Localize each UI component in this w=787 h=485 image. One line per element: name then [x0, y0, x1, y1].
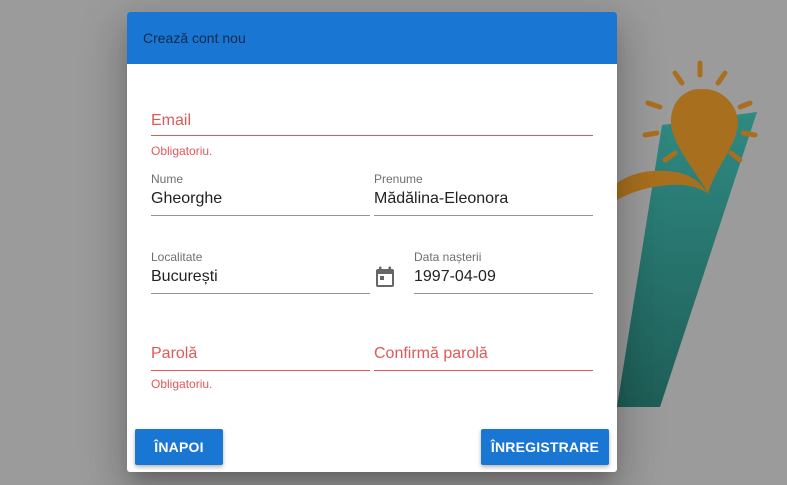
confirma-parola-field[interactable]: Confirmă parolă [374, 342, 593, 374]
nume-value: Gheorghe [151, 190, 223, 207]
register-dialog: Crează cont nou Email Obligatoriu. Nume … [127, 12, 617, 472]
parola-error: Obligatoriu. [151, 377, 213, 391]
nume-underline [151, 215, 370, 216]
register-button[interactable]: ÎNREGISTRARE [481, 429, 609, 465]
parola-underline [151, 370, 370, 371]
parola-placeholder: Parolă [151, 345, 198, 362]
nume-field[interactable]: Nume Gheorghe [151, 170, 370, 220]
confirma-parola-underline [374, 370, 593, 371]
prenume-label: Prenume [374, 172, 423, 186]
calendar-icon[interactable] [375, 266, 395, 288]
localitate-underline [151, 293, 370, 294]
email-error: Obligatoriu. [151, 144, 213, 158]
background-logo [617, 60, 758, 407]
data-nasterii-label: Data nașterii [414, 250, 482, 264]
localitate-field[interactable]: Localitate București [151, 248, 370, 298]
prenume-value: Mădălina-Eleonora [374, 190, 509, 207]
data-nasterii-value: 1997-04-09 [414, 268, 496, 285]
localitate-label: Localitate [151, 250, 203, 264]
dialog-header: Crează cont nou [127, 12, 617, 64]
nume-label: Nume [151, 172, 184, 186]
email-field[interactable]: Email [151, 107, 593, 143]
localitate-value: București [151, 268, 218, 285]
confirma-parola-placeholder: Confirmă parolă [374, 345, 488, 362]
prenume-field[interactable]: Prenume Mădălina-Eleonora [374, 170, 593, 220]
email-underline [151, 135, 593, 136]
back-button[interactable]: ÎNAPOI [135, 429, 223, 465]
email-placeholder: Email [151, 112, 192, 129]
data-nasterii-underline [414, 293, 593, 294]
data-nasterii-field[interactable]: Data nașterii 1997-04-09 [414, 248, 593, 298]
dialog-title: Crează cont nou [143, 30, 246, 46]
prenume-underline [374, 215, 593, 216]
parola-field[interactable]: Parolă [151, 342, 370, 374]
